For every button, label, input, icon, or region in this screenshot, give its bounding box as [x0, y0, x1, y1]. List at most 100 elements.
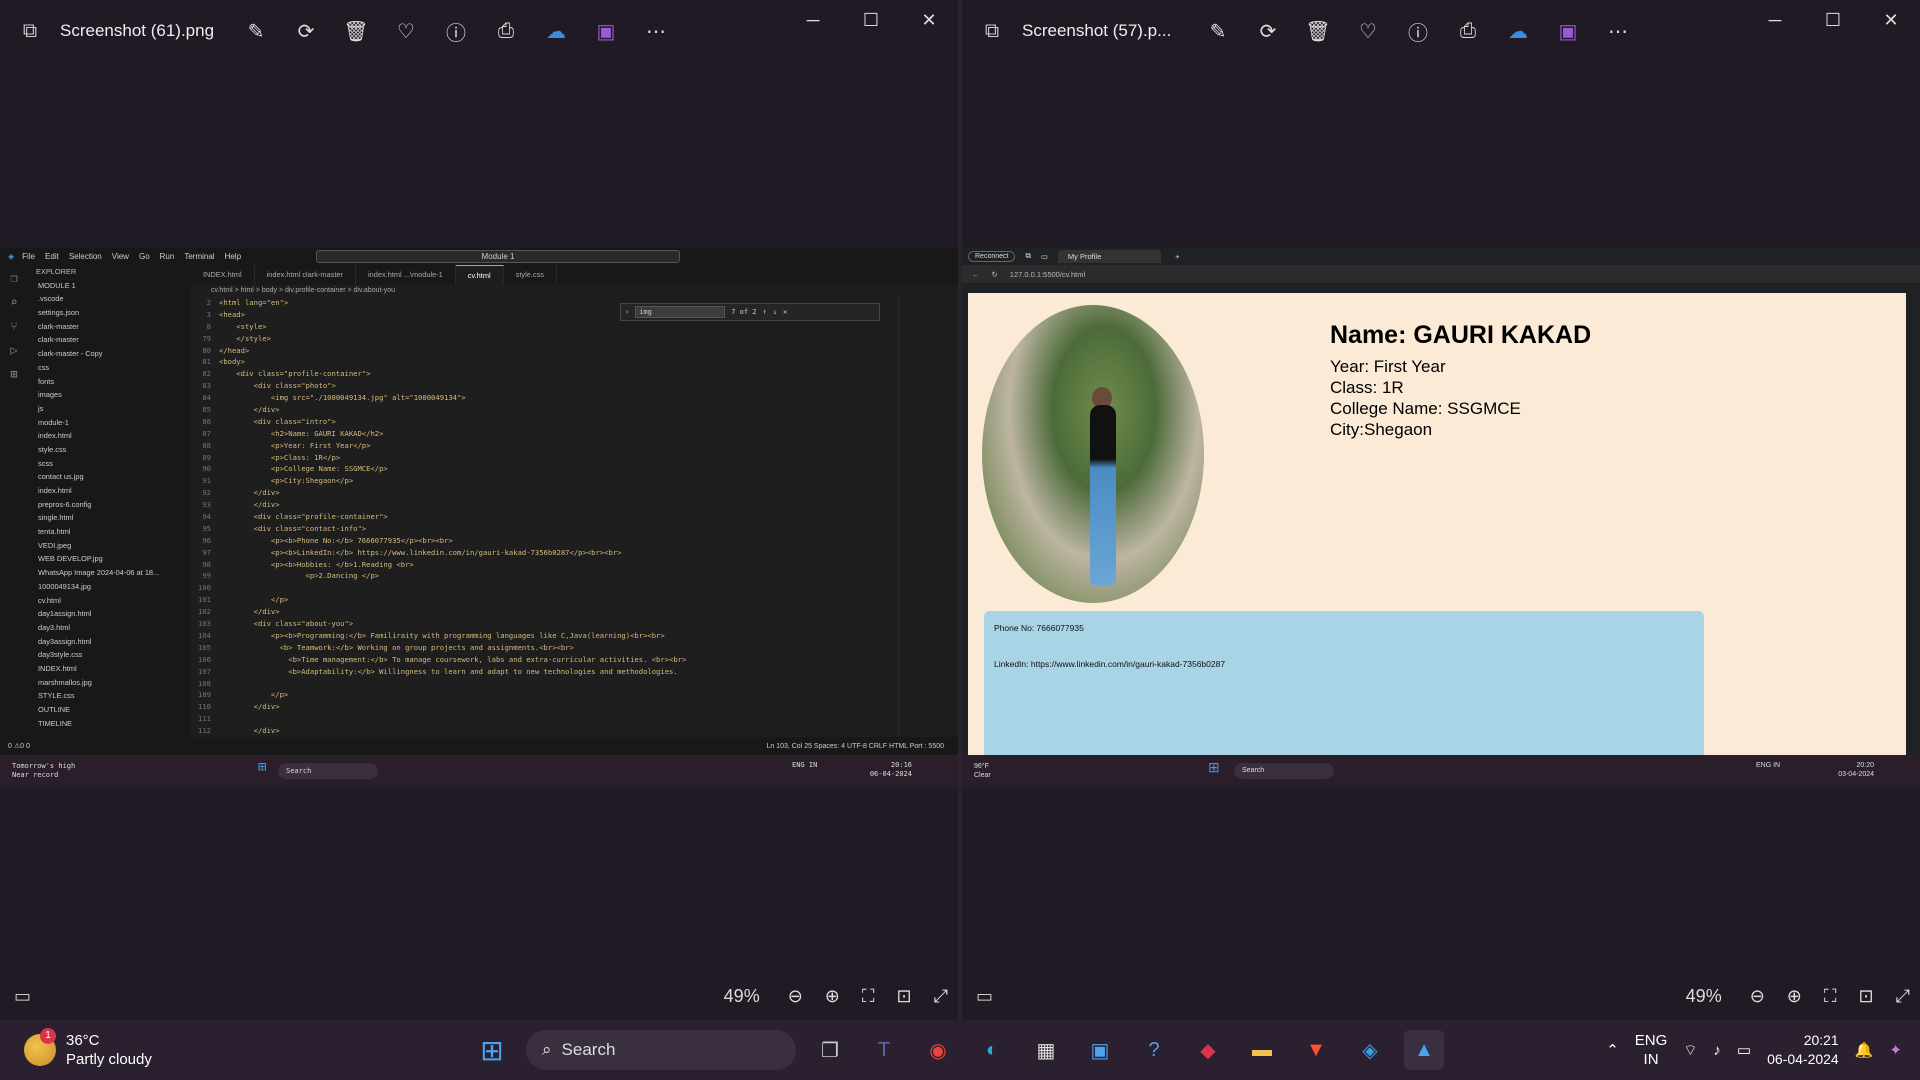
code-line[interactable]: 82 <div class="profile-container">: [191, 368, 898, 380]
chevron-up-icon[interactable]: ⌃: [1606, 1041, 1619, 1059]
battery-icon[interactable]: ▭: [1737, 1041, 1751, 1059]
source-control-icon[interactable]: ⑂: [10, 319, 17, 333]
code-line[interactable]: 96 <p><b>Phone No:</b> 7666077935</p><br…: [191, 535, 898, 547]
editor-tab[interactable]: index.html ...\module-1: [356, 265, 456, 285]
menu-file[interactable]: File: [22, 252, 35, 261]
explorer-item[interactable]: images: [28, 388, 191, 402]
tab-actions-icon[interactable]: ▭: [1041, 252, 1048, 261]
code-line[interactable]: 90 <p>College Name: SSGMCE</p>: [191, 463, 898, 475]
explorer-item[interactable]: TIMELINE: [28, 717, 191, 731]
code-line[interactable]: 107 <b>Adaptability:</b> Willingness to …: [191, 666, 898, 678]
code-line[interactable]: 95 <div class="contact-info">: [191, 523, 898, 535]
explorer-item[interactable]: js: [28, 402, 191, 416]
file-explorer-icon[interactable]: ▬: [1242, 1030, 1282, 1070]
explorer-item[interactable]: style.css: [28, 443, 191, 457]
explorer-item[interactable]: VEDI.jpeg: [28, 539, 191, 553]
code-line[interactable]: 88 <p>Year: First Year</p>: [191, 440, 898, 452]
editor-tab[interactable]: index.html clark-master: [255, 265, 356, 285]
collections-icon[interactable]: ⧉: [1025, 251, 1030, 261]
explorer-item[interactable]: settings.json: [28, 306, 191, 320]
code-line[interactable]: 85 </div>: [191, 404, 898, 416]
code-line[interactable]: 92 </div>: [191, 487, 898, 499]
onedrive-icon[interactable]: ☁: [1504, 19, 1532, 44]
code-line[interactable]: 100: [191, 582, 898, 594]
explorer-item[interactable]: .vscode: [28, 292, 191, 306]
code-line[interactable]: 84 <img src="./1000049134.jpg" alt="1000…: [191, 392, 898, 404]
code-line[interactable]: 94 <div class="profile-container">: [191, 511, 898, 523]
fit-icon[interactable]: ⛶: [862, 986, 875, 1007]
wifi-icon[interactable]: ⌔: [1683, 1041, 1697, 1060]
rotate-icon[interactable]: ⟳: [1254, 19, 1282, 44]
teams-icon[interactable]: T: [864, 1030, 904, 1070]
start-icon[interactable]: ⊞: [472, 1030, 512, 1070]
explorer-item[interactable]: WEB DEVELOP.jpg: [28, 552, 191, 566]
delete-icon[interactable]: 🗑: [342, 19, 370, 44]
back-icon[interactable]: ←: [972, 270, 980, 279]
info-icon[interactable]: ⓘ: [1404, 17, 1432, 46]
explorer-item[interactable]: day3assign.html: [28, 635, 191, 649]
explorer-item[interactable]: scss: [28, 457, 191, 471]
clock[interactable]: 20:21 06-04-2024: [1767, 1031, 1839, 1069]
filmstrip-icon[interactable]: ▭: [14, 986, 31, 1007]
code-line[interactable]: 87 <h2>Name: GAURI KAKAD</h2>: [191, 428, 898, 440]
close-button[interactable]: ✕: [900, 0, 958, 40]
explorer-item[interactable]: single.html: [28, 511, 191, 525]
explorer-item[interactable]: clark-master: [28, 333, 191, 347]
store-icon[interactable]: ▦: [1026, 1030, 1066, 1070]
code-editor[interactable]: 2 <html lang="en"> 3 <head> 8 <style> 79 </st…: [191, 297, 898, 769]
help-icon[interactable]: ?: [1134, 1030, 1174, 1070]
maximize-button[interactable]: ☐: [1804, 0, 1862, 40]
favorite-icon[interactable]: ♡: [1354, 19, 1382, 44]
menu-selection[interactable]: Selection: [69, 252, 102, 261]
code-line[interactable]: 83 <div class="photo">: [191, 380, 898, 392]
close-button[interactable]: ✕: [1862, 0, 1920, 40]
code-line[interactable]: 91 <p>City:Shegaon</p>: [191, 475, 898, 487]
rotate-icon[interactable]: ⟳: [292, 19, 320, 44]
minimize-button[interactable]: ─: [1746, 0, 1804, 40]
chrome-icon[interactable]: ◉: [918, 1030, 958, 1070]
fullscreen-icon[interactable]: ⤢: [934, 986, 948, 1007]
code-line[interactable]: 97 <p><b>LinkedIn:</b> https://www.linke…: [191, 547, 898, 559]
refresh-icon[interactable]: ↻: [992, 270, 998, 279]
taskbar-search[interactable]: ⌕ Search: [526, 1030, 796, 1070]
explorer-item[interactable]: STYLE.css: [28, 689, 191, 703]
language-1[interactable]: ENG: [1635, 1031, 1668, 1050]
editor-tab[interactable]: cv.html: [455, 265, 504, 285]
explorer-item[interactable]: day3style.css: [28, 648, 191, 662]
fit-icon[interactable]: ⛶: [1824, 986, 1837, 1007]
code-line[interactable]: 93 </div>: [191, 499, 898, 511]
code-line[interactable]: 108: [191, 678, 898, 690]
code-line[interactable]: 101 </p>: [191, 594, 898, 606]
fullscreen-icon[interactable]: ⤢: [1896, 986, 1910, 1007]
code-line[interactable]: 8 <style>: [191, 321, 898, 333]
onedrive-icon[interactable]: ☁: [542, 19, 570, 44]
brave-icon[interactable]: ▼: [1296, 1030, 1336, 1070]
delete-icon[interactable]: 🗑: [1304, 19, 1332, 44]
menu-go[interactable]: Go: [139, 252, 150, 261]
vscode-icon[interactable]: ◈: [1350, 1030, 1390, 1070]
code-line[interactable]: 86 <div class="intro">: [191, 416, 898, 428]
explorer-item[interactable]: prepros-6.config: [28, 498, 191, 512]
actual-size-icon[interactable]: ⊡: [897, 986, 912, 1007]
code-line[interactable]: 80 </head>: [191, 345, 898, 357]
code-line[interactable]: 105 <b> Teamwork:</b> Working on group p…: [191, 642, 898, 654]
explorer-item[interactable]: css: [28, 361, 191, 375]
favorite-icon[interactable]: ♡: [392, 19, 420, 44]
zoom-in-icon[interactable]: ⊕: [825, 986, 840, 1007]
new-tab-icon[interactable]: +: [1175, 252, 1179, 261]
code-line[interactable]: 111: [191, 713, 898, 725]
code-line[interactable]: 102 </div>: [191, 606, 898, 618]
explorer-icon[interactable]: ❐: [10, 271, 17, 285]
code-line[interactable]: 79 </style>: [191, 333, 898, 345]
explorer-item[interactable]: tenta.html: [28, 525, 191, 539]
editor-tab[interactable]: style.css: [504, 265, 557, 285]
explorer-item[interactable]: INDEX.html: [28, 662, 191, 676]
menu-edit[interactable]: Edit: [45, 252, 59, 261]
explorer-item[interactable]: cv.html: [28, 594, 191, 608]
language-2[interactable]: IN: [1635, 1050, 1668, 1069]
filmstrip-icon[interactable]: ▭: [976, 986, 993, 1007]
explorer-item[interactable]: 1000049134.jpg: [28, 580, 191, 594]
menu-help[interactable]: Help: [225, 252, 241, 261]
code-line[interactable]: 89 <p>Class: 1R</p>: [191, 452, 898, 464]
edit-icon[interactable]: ✎: [242, 19, 270, 44]
